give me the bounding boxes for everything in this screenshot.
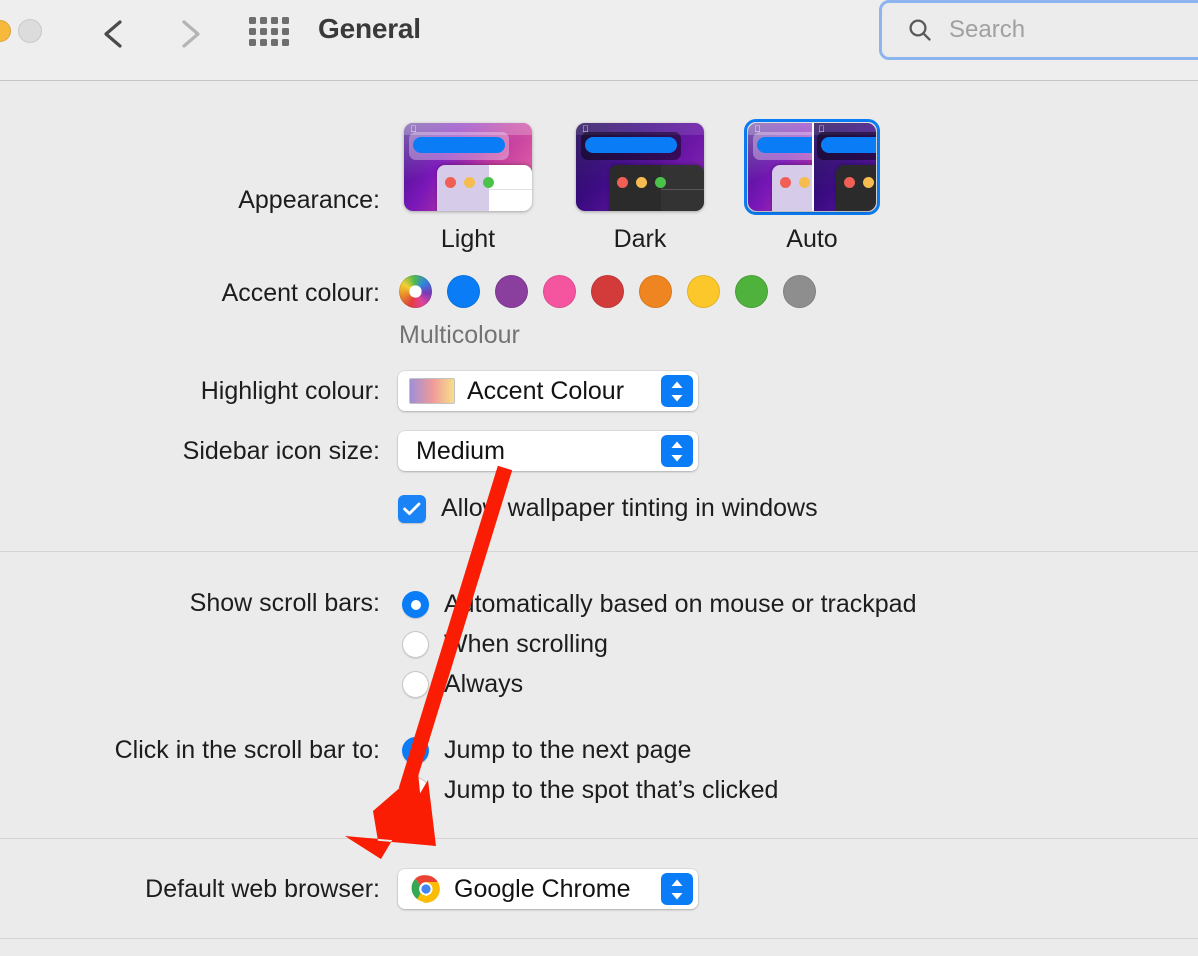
scrollbar-option-when-scrolling[interactable]: When scrolling bbox=[402, 630, 608, 659]
sidebar-icon-size-value: Medium bbox=[416, 436, 505, 465]
wallpaper-tinting-checkbox-row[interactable]: Allow wallpaper tinting in windows bbox=[398, 494, 818, 523]
radio-label-always: Always bbox=[444, 670, 524, 698]
accent-swatch-pink[interactable] bbox=[543, 275, 576, 308]
appearance-thumbnail-dark:  bbox=[576, 123, 704, 211]
preferences-content: Appearance:  Light bbox=[0, 81, 1198, 956]
accent-swatch-red[interactable] bbox=[591, 275, 624, 308]
section-divider-1 bbox=[0, 551, 1198, 552]
radio-automatic[interactable] bbox=[402, 591, 429, 618]
wallpaper-tinting-label: Allow wallpaper tinting in windows bbox=[441, 494, 818, 522]
back-button[interactable] bbox=[93, 12, 133, 56]
highlight-colour-value: Accent Colour bbox=[467, 376, 625, 405]
radio-label-next-page: Jump to the next page bbox=[444, 736, 692, 764]
stepper-arrows-icon[interactable] bbox=[661, 873, 693, 905]
radio-label-spot-clicked: Jump to the spot that’s clicked bbox=[444, 776, 779, 804]
appearance-option-auto[interactable]:   bbox=[744, 119, 880, 254]
forward-button[interactable] bbox=[170, 12, 210, 56]
appearance-thumbnail-light:  bbox=[404, 123, 532, 211]
wallpaper-tinting-checkbox[interactable] bbox=[398, 494, 426, 523]
radio-when-scrolling[interactable] bbox=[402, 631, 429, 658]
appearance-selection-ring:   bbox=[744, 119, 880, 215]
scrollbar-option-automatic[interactable]: Automatically based on mouse or trackpad bbox=[402, 590, 916, 619]
page-title: General bbox=[318, 13, 421, 44]
sidebar-icon-size-popup[interactable]: Medium bbox=[398, 431, 698, 471]
search-placeholder: Search bbox=[949, 16, 1026, 43]
stepper-arrows-icon[interactable] bbox=[661, 435, 693, 467]
radio-spot-clicked[interactable] bbox=[402, 777, 429, 804]
radio-always[interactable] bbox=[402, 671, 429, 698]
accent-swatch-purple[interactable] bbox=[495, 275, 528, 308]
appearance-label: Appearance: bbox=[238, 186, 380, 214]
highlight-colour-popup[interactable]: Accent Colour bbox=[398, 371, 698, 411]
click-scroll-bar-label: Click in the scroll bar to: bbox=[114, 736, 380, 764]
appearance-label-auto: Auto bbox=[786, 225, 838, 253]
appearance-label-dark: Dark bbox=[613, 225, 667, 253]
appearance-option-light[interactable]:  Light bbox=[400, 119, 536, 254]
default-web-browser-label: Default web browser: bbox=[145, 875, 380, 903]
section-divider-3 bbox=[0, 938, 1198, 939]
section-divider-2 bbox=[0, 838, 1198, 839]
scrollbar-option-always[interactable]: Always bbox=[402, 670, 523, 699]
click-option-next-page[interactable]: Jump to the next page bbox=[402, 736, 691, 765]
radio-label-when-scrolling: When scrolling bbox=[444, 630, 608, 658]
google-chrome-icon bbox=[411, 875, 440, 903]
appearance-label-light: Light bbox=[440, 225, 496, 253]
accent-swatch-yellow[interactable] bbox=[687, 275, 720, 308]
stepper-arrows-icon[interactable] bbox=[661, 375, 693, 407]
highlight-colour-label: Highlight colour: bbox=[200, 377, 380, 405]
checkmark-icon bbox=[403, 502, 421, 515]
default-web-browser-value: Google Chrome bbox=[454, 874, 631, 903]
click-option-spot-clicked[interactable]: Jump to the spot that’s clicked bbox=[402, 776, 778, 805]
radio-label-automatic: Automatically based on mouse or trackpad bbox=[444, 590, 917, 618]
accent-swatch-orange[interactable] bbox=[639, 275, 672, 308]
search-icon bbox=[909, 19, 931, 41]
accent-swatch-blue[interactable] bbox=[447, 275, 480, 308]
accent-swatch-green[interactable] bbox=[735, 275, 768, 308]
search-field[interactable]: Search bbox=[879, 0, 1198, 60]
accent-swatch-multicolour[interactable] bbox=[399, 275, 432, 308]
radio-next-page[interactable] bbox=[402, 737, 429, 764]
system-preferences-general-window: General Search Appearance: Light Dark Au… bbox=[0, 0, 1198, 956]
highlight-colour-swatch bbox=[409, 378, 455, 404]
accent-colour-label: Accent colour: bbox=[221, 279, 380, 307]
show-all-grid-icon[interactable] bbox=[249, 17, 289, 49]
window-toolbar: General Search bbox=[0, 0, 1198, 81]
default-web-browser-popup[interactable]: Google Chrome bbox=[398, 869, 698, 909]
sidebar-icon-size-label: Sidebar icon size: bbox=[182, 437, 380, 465]
show-scroll-bars-label: Show scroll bars: bbox=[189, 589, 380, 617]
appearance-thumbnail-auto:   bbox=[748, 123, 876, 211]
accent-swatch-graphite[interactable] bbox=[783, 275, 816, 308]
zoom-button[interactable] bbox=[18, 19, 42, 43]
appearance-option-dark[interactable]:  Dark bbox=[572, 119, 708, 254]
accent-colour-swatches bbox=[399, 275, 816, 308]
minimize-button[interactable] bbox=[0, 20, 11, 42]
accent-colour-value: Multicolour bbox=[399, 321, 520, 349]
